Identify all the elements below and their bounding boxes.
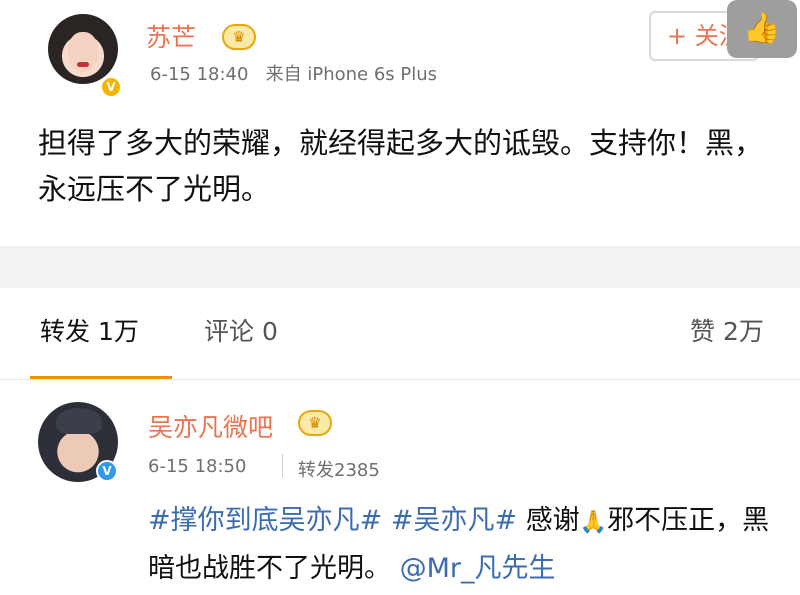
- verified-icon: V: [96, 460, 118, 482]
- post-text: 担得了多大的荣耀，就经得起多大的诋毁。支持你！黑，永远压不了光明。: [38, 126, 764, 206]
- post-tabs: 转发 1万 评论 0 赞 2万: [0, 288, 800, 380]
- author-avatar[interactable]: [48, 14, 118, 84]
- original-post: V 苏芒 ♛ 6-15 18:40 来自 iPhone 6s Plus + 关注…: [0, 0, 800, 246]
- vip-crown-icon: ♛: [222, 24, 256, 50]
- verified-icon: V: [100, 76, 122, 98]
- repost-timestamp: 6-15 18:50: [148, 456, 247, 477]
- repost-count: 转发2385: [298, 460, 380, 481]
- avatar-hair: [56, 408, 102, 434]
- hashtag-link[interactable]: #撑你到底吴亦凡#: [148, 505, 382, 536]
- tab-comment[interactable]: 评论 0: [204, 312, 278, 348]
- list-item[interactable]: V 吴亦凡微吧 ♛ 6-15 18:50 转发2385 #撑你到底吴亦凡# #吴…: [0, 380, 800, 595]
- post-meta: 6-15 18:40 来自 iPhone 6s Plus: [150, 60, 437, 86]
- post-timestamp: 6-15 18:40: [150, 64, 249, 85]
- repost-author-name[interactable]: 吴亦凡微吧: [148, 408, 273, 444]
- weibo-screen: V 苏芒 ♛ 6-15 18:40 来自 iPhone 6s Plus + 关注…: [0, 0, 800, 595]
- mention-link[interactable]: @Mr_凡先生: [400, 553, 556, 584]
- tab-repost[interactable]: 转发 1万: [40, 312, 139, 348]
- tab-like[interactable]: 赞 2万: [690, 312, 764, 348]
- post-source: 来自 iPhone 6s Plus: [265, 64, 438, 85]
- section-divider: [0, 246, 800, 288]
- avatar-lips: [77, 62, 89, 67]
- author-name[interactable]: 苏芒: [146, 18, 196, 54]
- pray-emoji-icon: 🙏: [579, 510, 608, 535]
- vip-crown-icon: ♛: [298, 410, 332, 436]
- meta-divider: [282, 454, 283, 478]
- thumb-up-icon[interactable]: 👍: [727, 0, 797, 58]
- repost-text: #撑你到底吴亦凡# #吴亦凡# 感谢🙏邪不压正，黑暗也战胜不了光明。 @Mr_凡…: [148, 498, 788, 592]
- repost-text-body: 感谢: [525, 505, 580, 536]
- hashtag-link[interactable]: #吴亦凡#: [391, 505, 517, 536]
